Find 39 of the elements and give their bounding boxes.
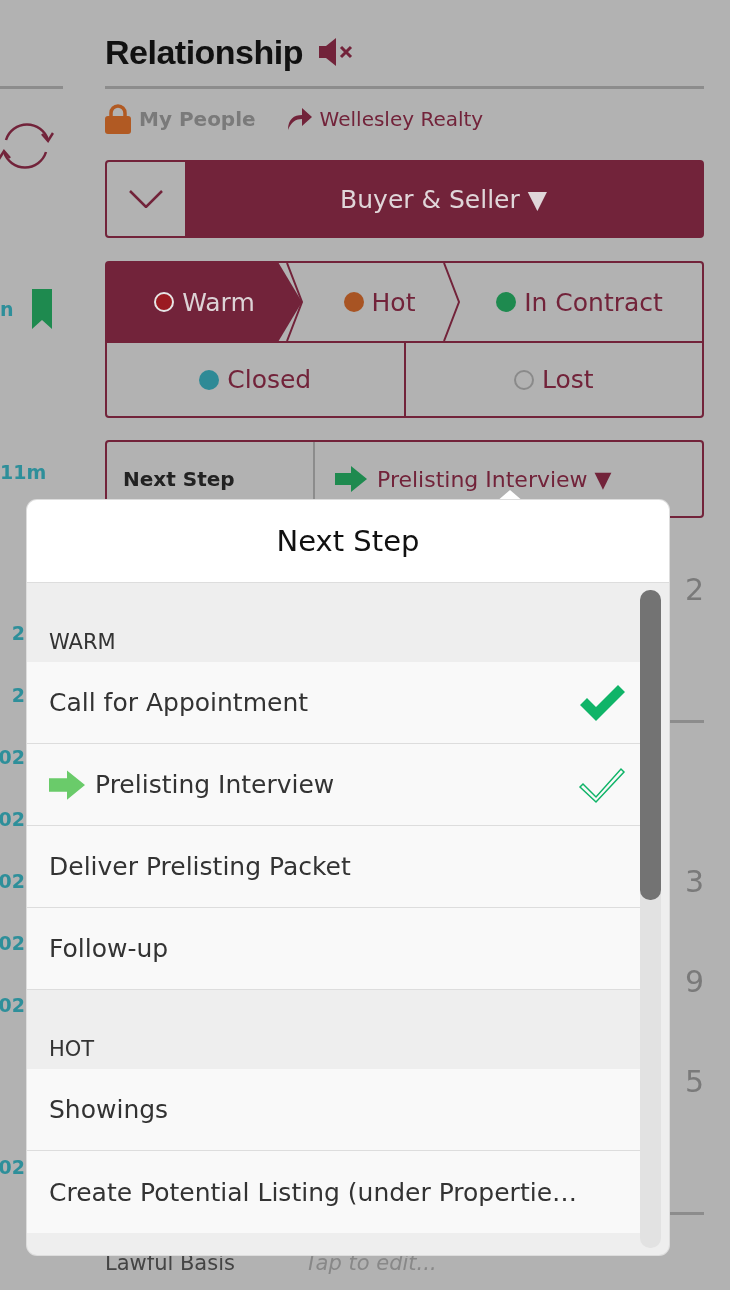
stage-tab[interactable]: Hot (302, 263, 457, 341)
date-text: 02 (0, 745, 25, 770)
popover-title: Next Step (276, 524, 420, 558)
sync-icon[interactable] (0, 120, 54, 172)
owner-label: My People (139, 107, 256, 131)
relationship-type-select[interactable]: Buyer & Seller ▼ (185, 162, 702, 236)
share-arrow-icon (285, 108, 312, 130)
mute-icon[interactable] (319, 37, 354, 67)
field-value: 2 (684, 571, 704, 609)
date-text: 2 (11, 621, 25, 646)
date-text: 02 (0, 993, 25, 1018)
date-text: 02 (0, 869, 25, 894)
step-item[interactable]: Follow-up (27, 908, 640, 990)
stage-tab[interactable]: Closed (107, 343, 404, 416)
section-header: WARM (49, 630, 116, 654)
time-text: 11m (0, 460, 47, 485)
step-item[interactable]: Create Potential Listing (under Propertie… (27, 1151, 640, 1233)
step-item[interactable]: Showings (27, 1069, 640, 1151)
company-link[interactable]: Wellesley Realty (319, 107, 484, 131)
page-title: Relationship (105, 32, 304, 72)
date-text: 02 (0, 931, 25, 956)
section-header: HOT (49, 1037, 95, 1061)
bookmark-icon[interactable] (31, 289, 52, 329)
step-item[interactable]: Call for Appointment (27, 662, 640, 744)
field-value: 9 (684, 963, 704, 1001)
date-text: 02 (0, 807, 25, 832)
scrollbar[interactable] (640, 590, 661, 1248)
stage-tab[interactable]: Lost (403, 343, 702, 416)
date-text: 02 (0, 1155, 25, 1180)
date-text: 2 (11, 683, 25, 708)
step-item[interactable]: Deliver Prelisting Packet (27, 826, 640, 908)
field-value: 3 (684, 863, 704, 901)
lock-icon (105, 104, 131, 134)
stage-tab[interactable]: Warm (107, 263, 302, 341)
field-value: 5 (684, 1063, 704, 1101)
stage-tab[interactable]: In Contract (457, 263, 702, 341)
chevron-down-icon (129, 190, 163, 208)
row-text: n (0, 297, 14, 322)
step-item[interactable]: Prelisting Interview (27, 744, 640, 826)
